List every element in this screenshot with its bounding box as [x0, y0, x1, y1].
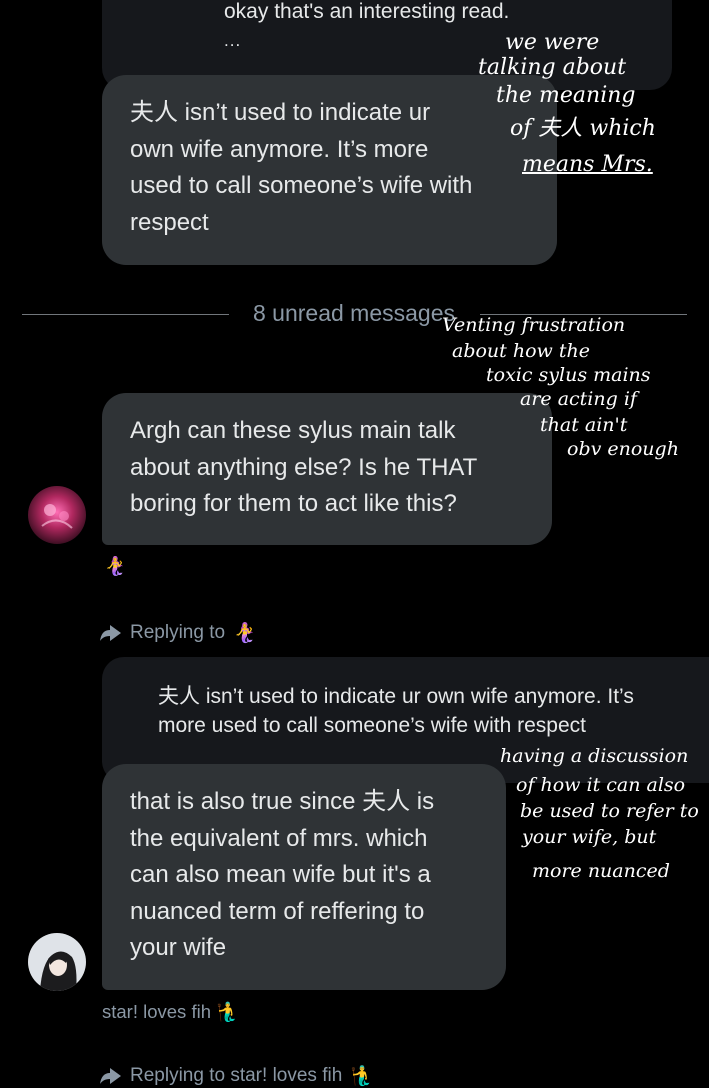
replying-to-emoji: 🧜‍♂️	[350, 1066, 374, 1087]
quoted-line: more used to call someone’s wife with re…	[158, 714, 586, 737]
note-line: we were	[505, 30, 600, 55]
message-line: own wife anymore. It’s more	[130, 135, 429, 163]
note-line: of how it can also	[516, 774, 686, 796]
message-line: nuanced term of reffering to	[130, 897, 425, 925]
message-line: can also mean wife but it's a	[130, 861, 431, 888]
message-line: used to call someone’s wife with	[130, 172, 473, 199]
note-line: toxic sylus mains	[486, 364, 651, 386]
note-line: having a discussion	[500, 745, 689, 767]
note-line: about how the	[452, 340, 590, 362]
note-line: your wife, but	[522, 826, 657, 848]
message-line: Argh can these sylus main talk	[130, 417, 456, 444]
replying-to[interactable]: Replying to star! loves fih 🧜‍♂️	[100, 1064, 374, 1088]
message-line: respect	[130, 208, 209, 236]
note-line: Venting frustration	[442, 314, 626, 336]
reply-arrow-icon	[100, 625, 121, 641]
note-line: that ain't	[540, 414, 628, 436]
message-line: the equivalent of mrs. which	[130, 824, 428, 852]
reply-arrow-icon	[100, 1068, 121, 1084]
replying-to-emoji: 🧜‍♀️	[233, 623, 257, 644]
message-bubble[interactable]: Argh can these sylus main talk about any…	[102, 393, 552, 545]
message-line: that is also true since 夫人 is	[130, 788, 435, 815]
avatar[interactable]	[28, 933, 86, 991]
unread-divider-label: 8 unread messages	[252, 300, 455, 326]
note-line: be used to refer to	[520, 800, 699, 822]
replying-to[interactable]: Replying to 🧜‍♀️	[100, 621, 257, 645]
message-line: 夫人 isn’t used to indicate ur	[130, 99, 431, 126]
quoted-text: okay that's an interesting read.	[224, 0, 510, 23]
message-bubble[interactable]: 夫人 isn’t used to indicate ur own wife an…	[102, 75, 557, 265]
note-line: talking about	[478, 55, 627, 80]
note-line: are acting if	[520, 388, 637, 410]
quoted-ellipsis: ...	[224, 31, 242, 50]
message-line: your wife	[130, 934, 227, 961]
sender-name[interactable]: star! loves fih 🧜‍♂️	[102, 1001, 239, 1023]
quoted-line: 夫人 isn’t used to indicate ur own wife an…	[158, 685, 634, 708]
note-line: of 夫人 which	[510, 116, 656, 141]
divider-line-left	[22, 314, 229, 315]
message-line: about anything else? Is he THAT	[130, 453, 478, 481]
avatar[interactable]	[28, 486, 86, 544]
reaction-emoji[interactable]: 🧜‍♀️	[104, 556, 126, 577]
replying-to-label: Replying to star! loves fih	[130, 1065, 343, 1086]
message-bubble[interactable]: that is also true since 夫人 is the equiva…	[102, 764, 506, 990]
replying-to-label: Replying to	[130, 622, 226, 643]
message-line: boring for them to act like this?	[130, 490, 457, 517]
note-line: means Mrs.	[522, 152, 653, 177]
note-line: obv enough	[567, 438, 679, 460]
note-line: the meaning	[496, 83, 636, 108]
note-line: more nuanced	[532, 860, 670, 882]
